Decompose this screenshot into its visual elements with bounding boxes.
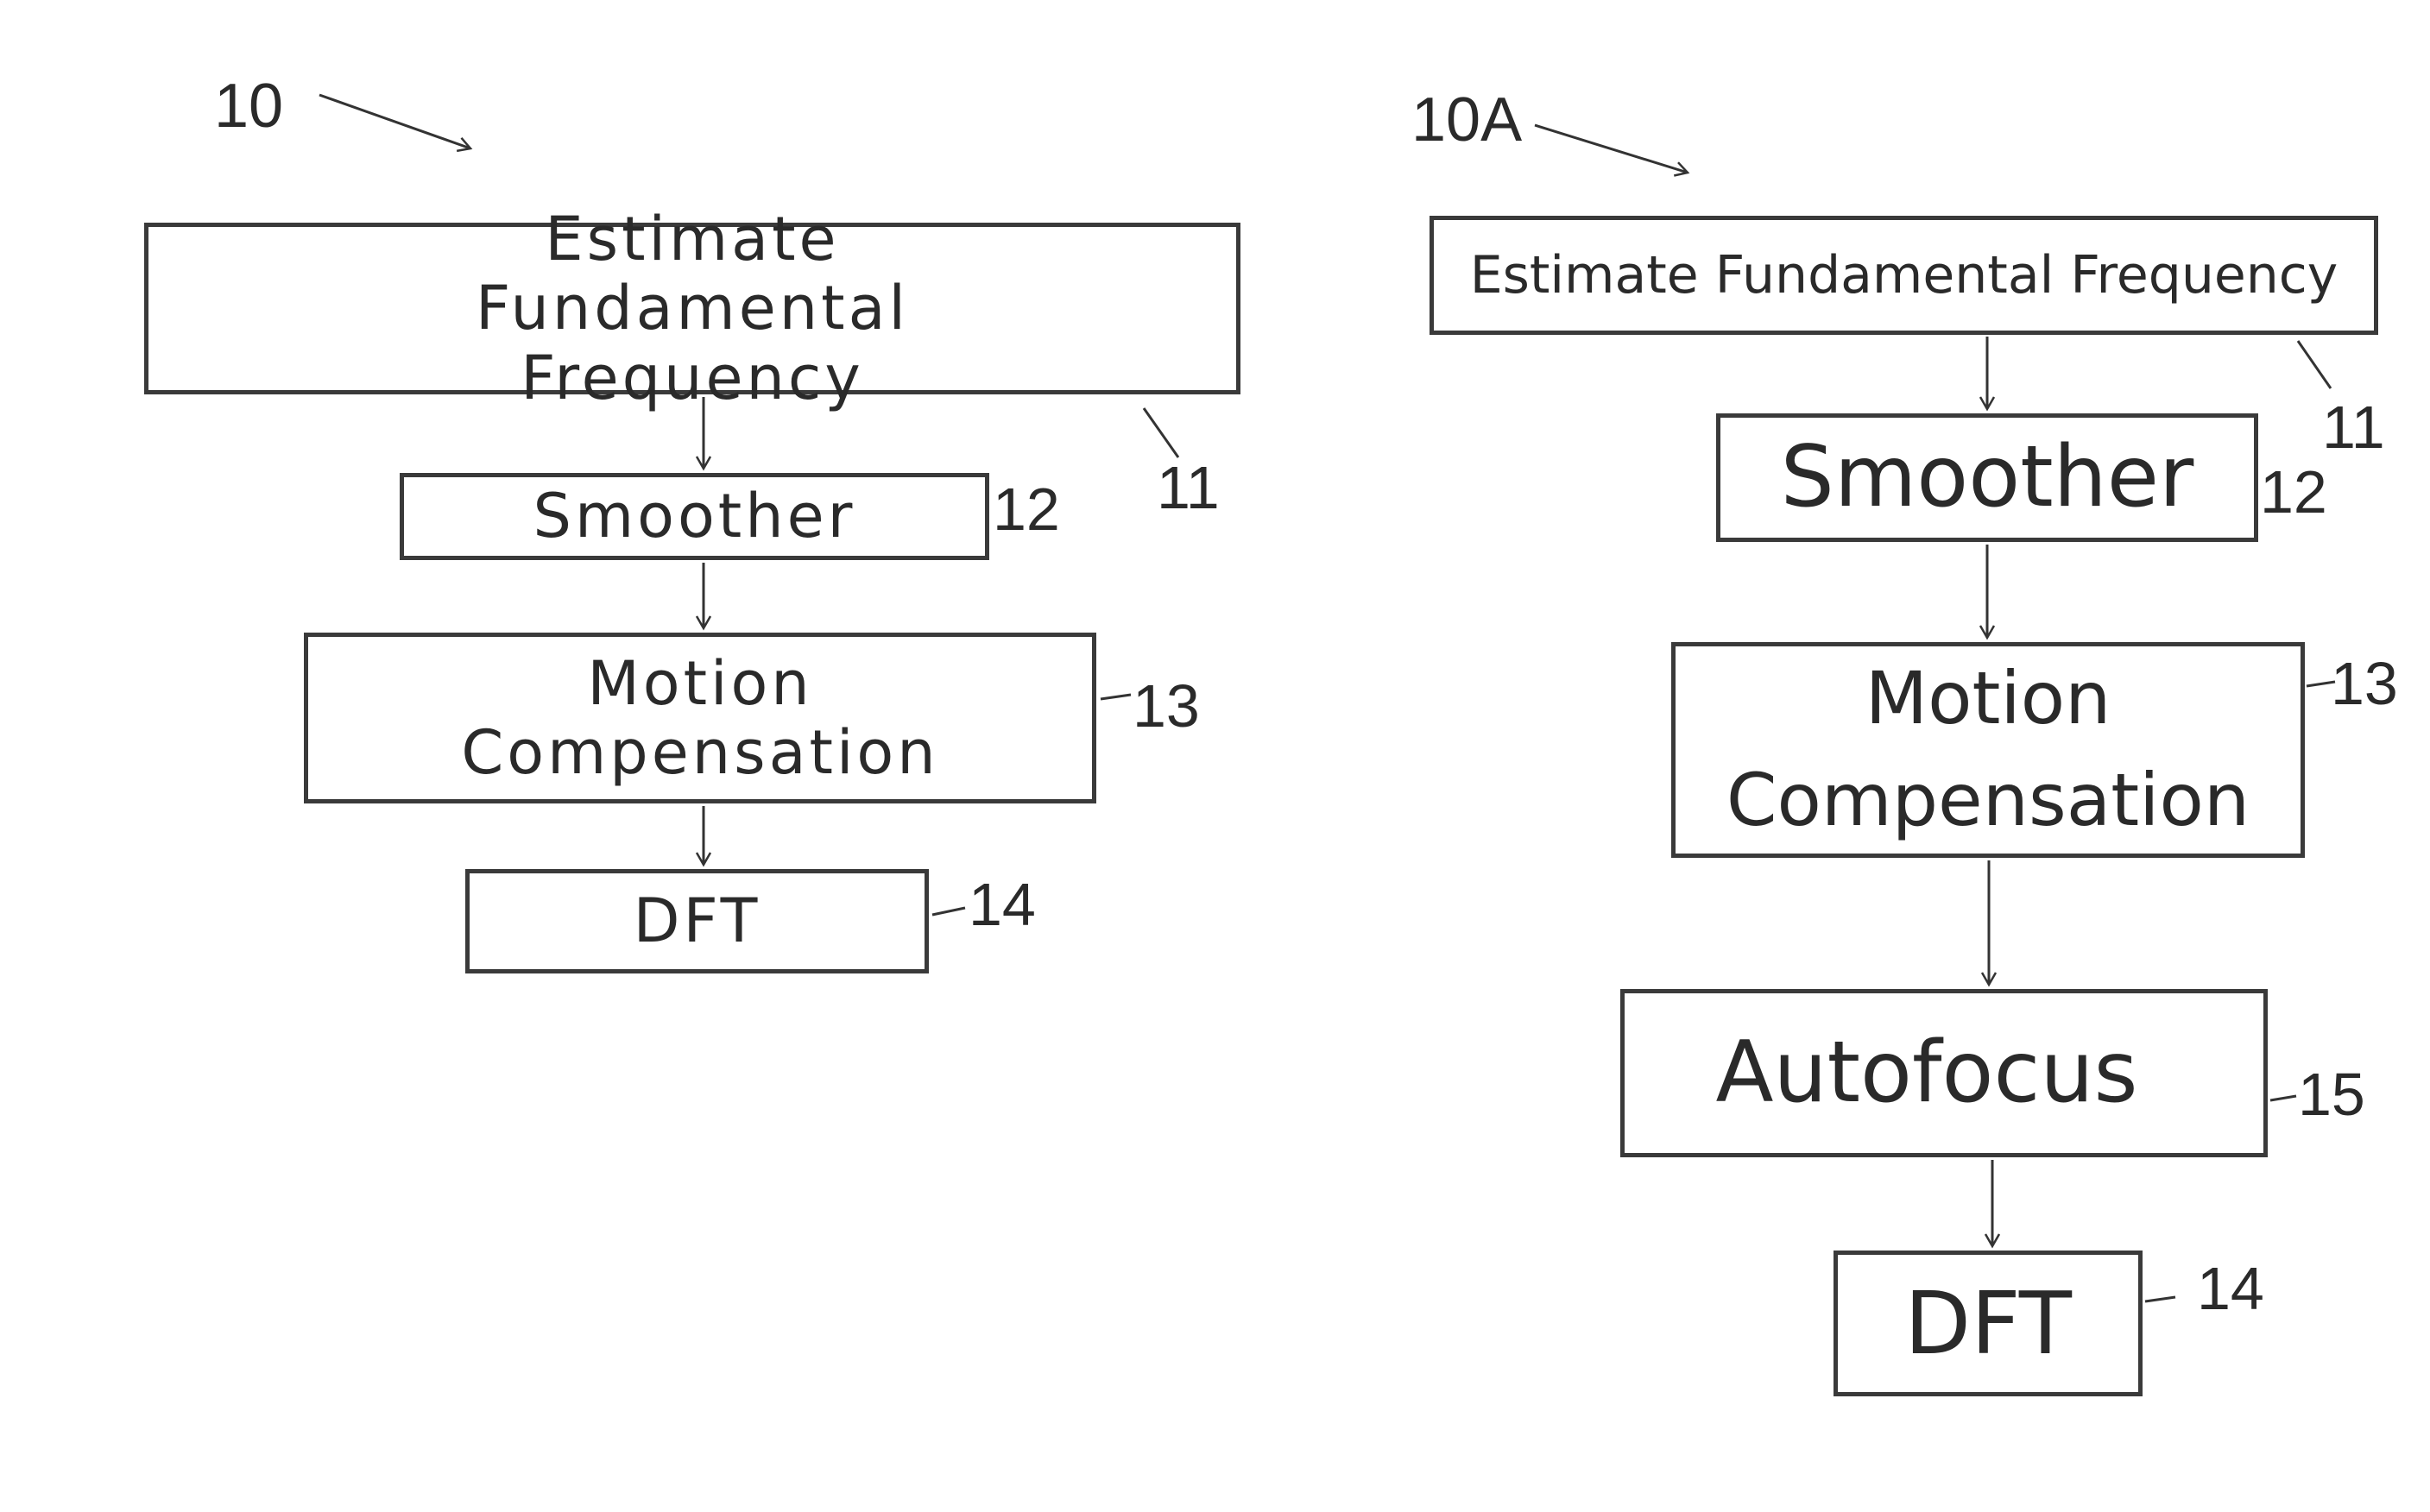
step-label: Autofocus [1715,1024,2138,1123]
step-ref-label: 14 [2197,1255,2264,1322]
leader-13 [1100,693,1132,701]
step-ref-label: 15 [2298,1061,2365,1128]
step-ref-label: 12 [993,476,1060,543]
step-smoother: Smoother [400,473,989,560]
step-label: Smoother [1780,428,2194,527]
step-label: Motion Compensation [461,647,939,788]
step-label: DFT [633,885,761,957]
leader-14 [2144,1295,2176,1303]
step-motion-compensation: Motion Compensation [304,633,1096,803]
step-autofocus: Autofocus [1620,989,2268,1157]
leader-11 [1142,407,1180,458]
figure-10-pointer-arrow [319,93,473,153]
figure-ref-label: 10A [1411,85,1523,154]
figure-10a-pointer-arrow [1534,123,1690,177]
step-ref-label: 12 [2260,458,2327,526]
step-estimate-fundamental-frequency: Estimate Fundamental Frequency [1430,216,2378,335]
step-ref-label: 14 [969,871,1036,938]
step-label: Smoother [533,481,856,552]
step-ref-label: 11 [2322,394,2385,461]
leader-14 [931,906,966,917]
step-label: DFT [1904,1273,2072,1374]
figure-ref-label: 10 [214,72,284,141]
step-label: Motion Compensation [1726,656,2250,842]
step-motion-compensation: Motion Compensation [1671,642,2305,858]
leader-11 [2296,340,2332,389]
step-ref-label: 13 [1133,672,1200,740]
step-ref-label: 11 [1157,454,1220,521]
step-label: Estimate Fundamental Frequency [476,203,909,413]
step-smoother: Smoother [1716,413,2258,542]
step-ref-label: 13 [2331,650,2398,717]
step-estimate-fundamental-frequency: Estimate Fundamental Frequency [144,205,1240,413]
step-label: Estimate Fundamental Frequency [1469,244,2338,306]
step-dft: DFT [1834,1251,2143,1396]
step-dft: DFT [465,869,929,973]
leader-15 [2269,1094,2297,1102]
